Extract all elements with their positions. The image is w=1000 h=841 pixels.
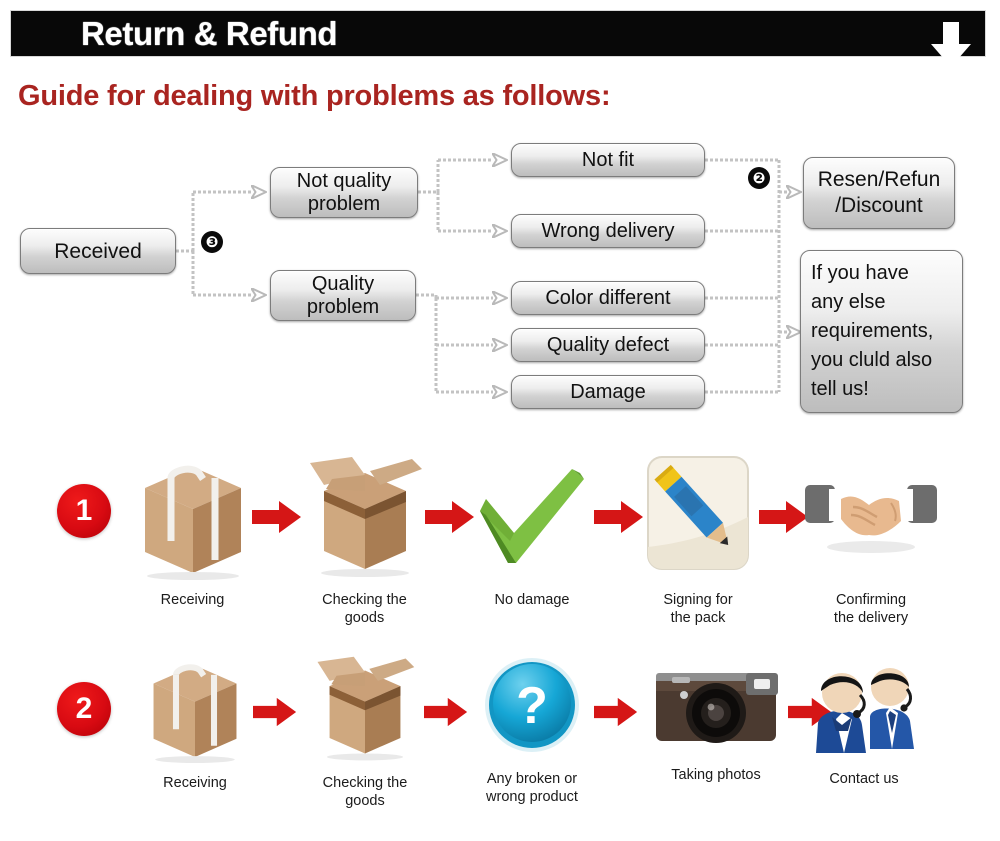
sealed-package-box-icon [125, 655, 265, 768]
process-step-no-damage: No damage [462, 455, 602, 609]
process-step-receiving: Receiving [120, 455, 265, 609]
flow-node-label: Resen/Refun /Discount [817, 168, 941, 217]
process-step-receiving-2: Receiving [125, 655, 265, 792]
problem-flowchart: Received Not quality problem Quality pro… [0, 0, 1000, 440]
process-step-label: Taking photos [671, 767, 761, 783]
process-row-2: 2 Receiving Checking the goods ? Any bro… [0, 655, 1000, 830]
flow-badge-two: ❷ [748, 167, 770, 189]
flow-node-received[interactable]: Received [20, 228, 176, 274]
flow-node-label: If you have any else requirements, you c… [811, 262, 934, 400]
flow-node-quality-defect[interactable]: Quality defect [511, 328, 705, 362]
flow-node-damage[interactable]: Damage [511, 375, 705, 409]
process-row-1: 1 Receiving Checking the goods No damage… [0, 455, 1000, 640]
flow-node-quality-problem[interactable]: Quality problem [270, 270, 416, 321]
sealed-package-box-icon [120, 455, 265, 585]
process-step-signing: Signing for the pack [628, 455, 768, 627]
process-step-label: Confirming the delivery [833, 592, 909, 626]
process-step-checking-goods-2: Checking the goods [295, 655, 435, 810]
process-step-contact-us: Contact us [800, 655, 928, 788]
process-step-confirming-delivery: Confirming the delivery [796, 455, 946, 627]
flow-node-color-different[interactable]: Color different [511, 281, 705, 315]
flow-node-not-quality-problem[interactable]: Not quality problem [270, 167, 418, 218]
return-refund-infographic: Return & Refund Guide for dealing with p… [0, 0, 1000, 841]
process-row-number-2: 2 [57, 682, 111, 736]
flow-node-label: Not quality problem [296, 169, 392, 215]
flow-node-if-you-have-requirements[interactable]: If you have any else requirements, you c… [800, 250, 963, 413]
svg-text:?: ? [516, 677, 548, 735]
green-checkmark-icon [462, 455, 602, 585]
red-right-arrow-icon [253, 697, 297, 727]
process-step-any-broken: ? Any broken or wrong product [462, 655, 602, 806]
process-step-label: Receiving [163, 775, 227, 791]
open-cardboard-box-icon [292, 455, 437, 585]
red-right-arrow-icon [594, 697, 638, 727]
handshake-icon [796, 455, 946, 585]
process-step-label: Checking the goods [322, 592, 407, 626]
process-row-number-1: 1 [57, 484, 111, 538]
flow-node-wrong-delivery[interactable]: Wrong delivery [511, 214, 705, 248]
process-step-label: No damage [494, 592, 570, 608]
process-step-label: Any broken or wrong product [486, 771, 578, 805]
camera-icon [636, 655, 796, 760]
process-step-label: Signing for the pack [663, 592, 733, 626]
process-step-checking-goods: Checking the goods [292, 455, 437, 627]
open-cardboard-box-icon [295, 655, 435, 768]
flow-node-label: Quality problem [306, 272, 380, 318]
pencil-signing-icon [628, 455, 768, 585]
process-step-label: Checking the goods [322, 775, 408, 809]
flow-badge-three: ❸ [201, 231, 223, 253]
blue-question-mark-icon: ? [462, 655, 602, 764]
process-step-label: Receiving [160, 592, 225, 608]
flow-node-not-fit[interactable]: Not fit [511, 143, 705, 177]
process-step-label: Contact us [829, 771, 899, 787]
process-step-taking-photos: Taking photos [636, 655, 796, 784]
support-agents-icon [800, 655, 928, 764]
flow-node-resend-refund-discount[interactable]: Resen/Refun /Discount [803, 157, 955, 229]
